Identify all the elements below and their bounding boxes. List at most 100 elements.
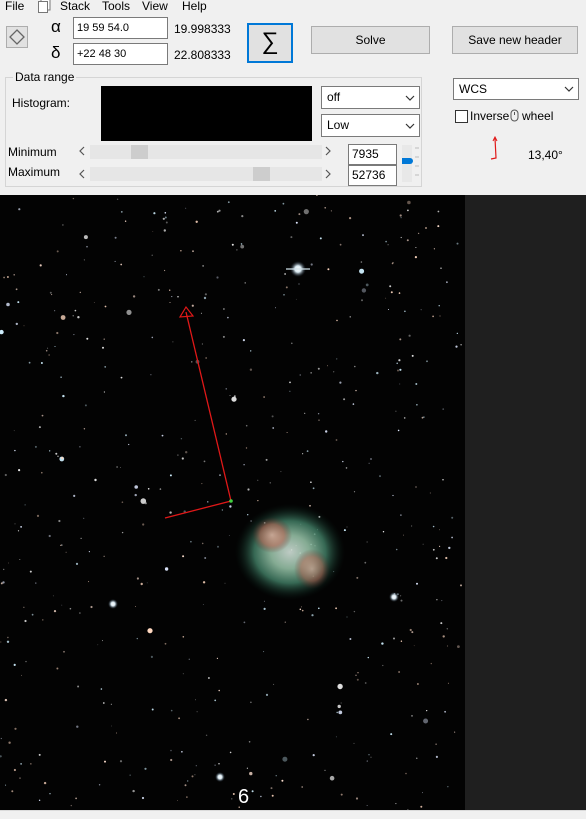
chevron-right-icon[interactable] bbox=[324, 146, 332, 156]
star bbox=[79, 612, 81, 614]
stretch-select[interactable]: Low bbox=[321, 114, 420, 137]
star bbox=[246, 767, 248, 769]
delta-input[interactable]: +22 48 30 bbox=[73, 43, 168, 65]
star bbox=[340, 702, 342, 704]
star bbox=[301, 609, 304, 612]
minimum-slider[interactable] bbox=[90, 145, 322, 159]
menu-stack[interactable]: Stack bbox=[60, 0, 90, 13]
inverse-wheel-checkbox[interactable] bbox=[455, 110, 468, 123]
star bbox=[367, 656, 369, 659]
star bbox=[426, 360, 428, 363]
chevron-left-icon[interactable] bbox=[78, 169, 86, 179]
star bbox=[312, 487, 315, 490]
star bbox=[104, 366, 107, 368]
star bbox=[49, 450, 51, 452]
star bbox=[435, 755, 438, 759]
menu-tools[interactable]: Tools bbox=[102, 0, 130, 13]
sigma-button[interactable]: ∑ bbox=[247, 23, 293, 63]
star bbox=[269, 482, 271, 484]
minimum-slider-thumb[interactable] bbox=[131, 145, 148, 159]
star bbox=[186, 796, 188, 798]
histogram-select-value: off bbox=[327, 90, 341, 104]
star bbox=[446, 628, 448, 630]
histogram-label: Histogram: bbox=[12, 96, 71, 110]
maximum-slider[interactable] bbox=[90, 167, 322, 181]
star bbox=[395, 410, 397, 412]
star bbox=[349, 638, 352, 640]
star bbox=[48, 354, 50, 356]
star bbox=[13, 430, 15, 432]
star bbox=[439, 315, 441, 317]
star bbox=[76, 725, 79, 728]
star bbox=[73, 334, 75, 336]
diamond-icon bbox=[9, 29, 25, 45]
star bbox=[102, 702, 105, 704]
star bbox=[324, 769, 326, 772]
star bbox=[132, 295, 136, 298]
star bbox=[61, 456, 64, 460]
star bbox=[290, 236, 293, 239]
star bbox=[317, 413, 320, 415]
star bbox=[352, 403, 355, 405]
star bbox=[195, 699, 196, 701]
star bbox=[441, 600, 443, 602]
star bbox=[225, 388, 227, 390]
star bbox=[327, 268, 330, 271]
star bbox=[385, 240, 387, 243]
menu-help[interactable]: Help bbox=[182, 0, 207, 13]
solve-button[interactable]: Solve bbox=[311, 26, 430, 54]
chevron-down-icon bbox=[405, 95, 415, 101]
minimum-value-field[interactable]: 7935 bbox=[348, 144, 397, 165]
star bbox=[460, 344, 462, 346]
star bbox=[34, 445, 37, 448]
nebula-lobe bbox=[252, 517, 292, 553]
star bbox=[119, 760, 123, 763]
star bbox=[250, 350, 252, 352]
star bbox=[231, 396, 237, 402]
star bbox=[245, 424, 248, 427]
maximum-slider-thumb[interactable] bbox=[253, 167, 270, 181]
star bbox=[126, 309, 132, 315]
star bbox=[60, 544, 62, 546]
alpha-input[interactable]: 19 59 54.0 bbox=[73, 17, 168, 39]
star bbox=[416, 404, 418, 406]
alpha-symbol: α bbox=[51, 17, 61, 36]
star bbox=[75, 797, 77, 800]
histogram-select[interactable]: off bbox=[321, 86, 420, 109]
save-new-header-button[interactable]: Save new header bbox=[452, 26, 578, 54]
diamond-button[interactable] bbox=[6, 26, 28, 48]
star bbox=[151, 254, 153, 256]
star bbox=[6, 276, 9, 278]
chevron-left-icon[interactable] bbox=[78, 146, 86, 156]
maximum-value-field[interactable]: 52736 bbox=[348, 165, 397, 186]
star bbox=[445, 556, 448, 560]
star bbox=[457, 645, 460, 648]
stack-icon bbox=[38, 0, 51, 13]
vertical-slider-thumb[interactable] bbox=[402, 158, 413, 164]
menu-file[interactable]: File bbox=[5, 0, 24, 13]
star bbox=[51, 294, 53, 296]
star bbox=[263, 607, 266, 610]
star bbox=[53, 610, 57, 613]
bright-star bbox=[215, 772, 225, 782]
star bbox=[43, 781, 47, 785]
chevron-down-icon bbox=[564, 86, 574, 92]
star bbox=[422, 792, 423, 794]
star bbox=[60, 376, 62, 378]
star bbox=[3, 276, 5, 279]
chevron-right-icon[interactable] bbox=[324, 169, 332, 179]
star bbox=[164, 567, 169, 571]
star bbox=[21, 674, 22, 676]
wcs-select[interactable]: WCS bbox=[453, 78, 579, 100]
star bbox=[425, 227, 427, 229]
star bbox=[451, 516, 454, 519]
star bbox=[24, 504, 26, 506]
star bbox=[289, 390, 291, 392]
image-viewer[interactable]: 6 bbox=[0, 195, 465, 810]
star bbox=[181, 751, 183, 753]
star bbox=[194, 774, 196, 776]
vertical-slider[interactable] bbox=[402, 145, 413, 182]
star bbox=[151, 336, 154, 339]
star bbox=[440, 622, 443, 625]
menu-view[interactable]: View bbox=[142, 0, 168, 13]
